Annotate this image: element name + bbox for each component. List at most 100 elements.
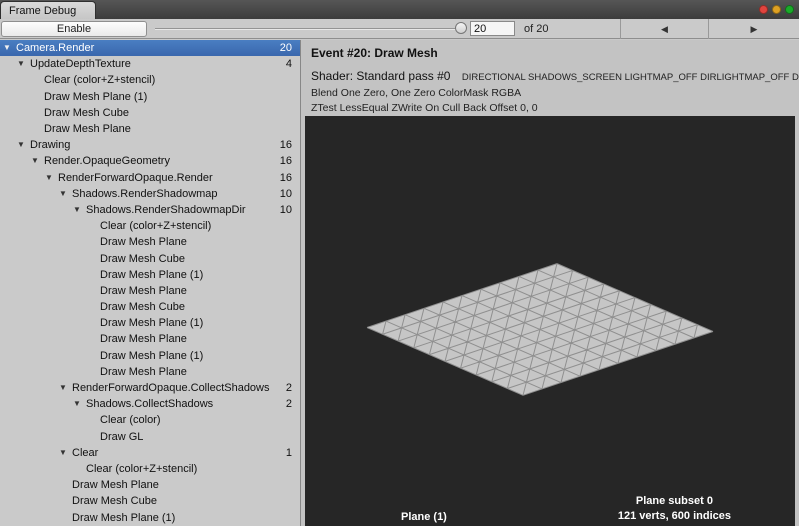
tree-row-label: RenderForwardOpaque.CollectShadows [72, 382, 270, 395]
next-event-button[interactable]: ▶ [708, 19, 799, 39]
tree-row[interactable]: Draw Mesh Plane (1) [0, 267, 300, 283]
tree-row-label: Draw Mesh Plane (1) [44, 90, 148, 103]
tree-row[interactable]: ▼ Drawing 16 [0, 137, 300, 153]
foldout-arrow-icon[interactable]: ▼ [17, 60, 30, 68]
tree-row[interactable]: Draw Mesh Cube [0, 493, 300, 509]
blend-state-label: Blend One Zero, One Zero ColorMask RGBA [311, 87, 522, 99]
event-title: Event #20: Draw Mesh [311, 46, 438, 60]
draw-call-count: 20 [279, 42, 292, 55]
plane-mesh-render [305, 116, 795, 526]
depth-state-label: ZTest LessEqual ZWrite On Cull Back Offs… [311, 102, 538, 114]
tree-row-label: Draw Mesh Plane [72, 479, 159, 492]
tree-row-label: Camera.Render [16, 42, 95, 55]
tree-row[interactable]: ▼ Shadows.CollectShadows 2 [0, 396, 300, 412]
draw-call-count: 16 [279, 171, 292, 184]
tree-row[interactable]: Clear (color+Z+stencil) [0, 72, 300, 88]
tree-row-label: Clear (color+Z+stencil) [86, 462, 198, 475]
tree-row-label: Clear (color+Z+stencil) [100, 220, 212, 233]
tree-row[interactable]: Draw Mesh Plane (1) [0, 348, 300, 364]
tree-row-label: Draw Mesh Cube [100, 252, 185, 265]
tree-row[interactable]: Draw Mesh Plane [0, 364, 300, 380]
tree-row[interactable]: ▼ RenderForwardOpaque.CollectShadows 2 [0, 380, 300, 396]
tree-row-label: Shadows.RenderShadowmap [72, 187, 218, 200]
slider-thumb[interactable] [455, 22, 467, 34]
tree-row[interactable]: Draw Mesh Cube [0, 250, 300, 266]
mesh-stats: Plane subset 0 121 verts, 600 indices [618, 494, 731, 524]
tree-row-label: UpdateDepthTexture [30, 58, 131, 71]
close-window-button[interactable] [759, 5, 768, 14]
tree-row[interactable]: Draw Mesh Plane [0, 283, 300, 299]
tree-row-label: Draw Mesh Plane (1) [100, 349, 204, 362]
draw-call-count: 10 [279, 187, 292, 200]
foldout-arrow-icon[interactable]: ▼ [3, 44, 16, 52]
foldout-arrow-icon[interactable]: ▼ [59, 384, 72, 392]
tree-row[interactable]: Draw Mesh Plane [0, 477, 300, 493]
tree-row[interactable]: Draw Mesh Plane [0, 121, 300, 137]
shader-line: Shader: Standard pass #0 DIRECTIONAL SHA… [311, 67, 799, 85]
mesh-object-label: Plane (1) [401, 511, 447, 523]
tree-row-label: Draw Mesh Cube [72, 495, 157, 508]
foldout-arrow-icon[interactable]: ▼ [17, 141, 30, 149]
event-number-input[interactable] [470, 21, 515, 36]
tree-row[interactable]: Draw Mesh Plane (1) [0, 315, 300, 331]
tree-row[interactable]: Draw GL [0, 429, 300, 445]
zoom-window-button[interactable] [785, 5, 794, 14]
event-slider[interactable] [155, 19, 467, 38]
tree-row[interactable]: ▼ Shadows.RenderShadowmapDir 10 [0, 202, 300, 218]
tree-row-label: Draw Mesh Plane (1) [100, 268, 204, 281]
foldout-arrow-icon[interactable]: ▼ [73, 400, 86, 408]
draw-call-count: 4 [285, 58, 292, 71]
event-total-label: of 20 [524, 23, 549, 35]
foldout-arrow-icon[interactable]: ▼ [73, 205, 86, 214]
slider-track[interactable] [155, 28, 461, 30]
tree-row-label: Draw Mesh Plane (1) [72, 511, 176, 524]
tree-row[interactable]: Clear (color+Z+stencil) [0, 461, 300, 477]
window-controls [759, 5, 794, 14]
tree-row[interactable]: ▼ RenderForwardOpaque.Render 16 [0, 170, 300, 186]
tab-frame-debug[interactable]: Frame Debug [0, 1, 96, 19]
tree-row[interactable]: ▼ Shadows.RenderShadowmap 10 [0, 186, 300, 202]
tree-row-label: Shadows.RenderShadowmapDir [86, 203, 246, 216]
next-arrow-icon: ▶ [750, 23, 758, 34]
tree-row[interactable]: Draw Mesh Cube [0, 299, 300, 315]
tree-row[interactable]: ▼ Render.OpaqueGeometry 16 [0, 153, 300, 169]
draw-call-count: 2 [285, 382, 292, 395]
prev-arrow-icon: ◀ [661, 23, 668, 34]
tree-row-label: Draw Mesh Plane (1) [100, 317, 204, 330]
tree-row-label: Draw GL [100, 430, 144, 443]
tree-row-label: Render.OpaqueGeometry [44, 155, 170, 168]
tree-row[interactable]: Clear (color) [0, 412, 300, 428]
mesh-preview[interactable]: Plane (1) Plane subset 0 121 verts, 600 … [305, 116, 795, 526]
tree-row[interactable]: Draw Mesh Plane (1) [0, 509, 300, 525]
mesh-subset-label: Plane subset 0 [635, 495, 713, 507]
tree-row[interactable]: Draw Mesh Plane [0, 234, 300, 250]
tree-row[interactable]: ▼ Camera.Render 20 [0, 40, 300, 57]
tab-title: Frame Debug [9, 4, 77, 17]
tree-row[interactable]: ▼ UpdateDepthTexture 4 [0, 56, 300, 72]
foldout-arrow-icon[interactable]: ▼ [45, 173, 58, 182]
tree-row[interactable]: Draw Mesh Plane (1) [0, 89, 300, 105]
tree-row-label: Draw Mesh Plane [100, 284, 187, 297]
tree-row-label: Drawing [30, 139, 71, 152]
draw-call-count: 16 [279, 139, 292, 152]
tree-row[interactable]: Clear (color+Z+stencil) [0, 218, 300, 234]
shader-keywords: DIRECTIONAL SHADOWS_SCREEN LIGHTMAP_OFF … [461, 72, 799, 83]
enable-button[interactable]: Enable [1, 21, 147, 37]
prev-event-button[interactable]: ◀ [620, 19, 708, 39]
tree-row-label: Shadows.CollectShadows [86, 398, 214, 411]
toolbar: Enable of 20 ◀ ▶ [0, 19, 799, 39]
draw-call-count: 10 [279, 203, 292, 216]
mesh-vertex-count-label: 121 verts, 600 indices [617, 510, 731, 522]
foldout-arrow-icon[interactable]: ▼ [31, 157, 44, 165]
tree-row[interactable]: Draw Mesh Cube [0, 105, 300, 121]
event-detail-panel: Event #20: Draw Mesh Shader: Standard pa… [301, 40, 799, 526]
draw-call-count: 1 [285, 446, 292, 459]
foldout-arrow-icon[interactable]: ▼ [59, 189, 72, 198]
tree-row[interactable]: Draw Mesh Plane [0, 331, 300, 347]
tree-row[interactable]: ▼ Clear 1 [0, 445, 300, 461]
foldout-arrow-icon[interactable]: ▼ [59, 448, 72, 457]
tree-row-label: Clear [72, 446, 99, 459]
frame-debugger-window: Frame Debug Enable of 20 ◀ ▶ ▼Camera.Ren… [0, 0, 799, 526]
shader-name[interactable]: Shader: Standard pass #0 [311, 69, 450, 83]
minimize-window-button[interactable] [772, 5, 781, 14]
